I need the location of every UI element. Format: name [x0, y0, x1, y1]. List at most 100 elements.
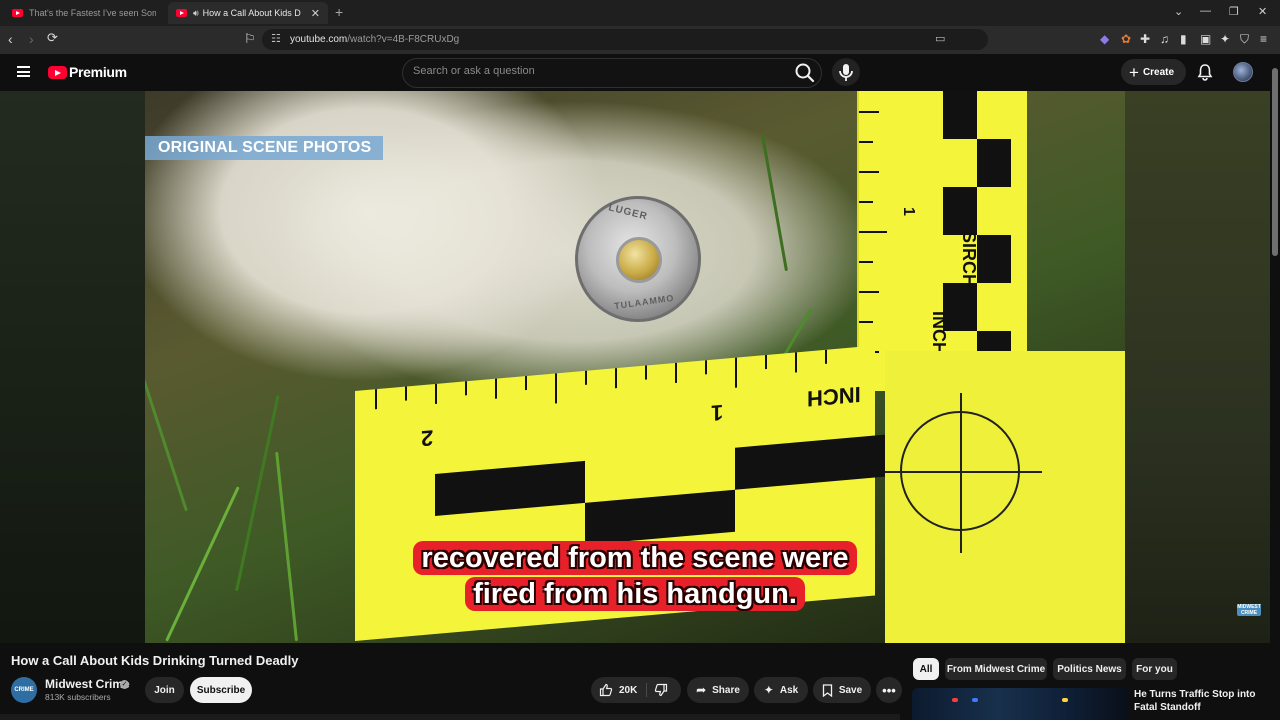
save-label: Save	[838, 684, 863, 696]
reload-icon[interactable]: ⟳	[47, 30, 58, 46]
account-avatar[interactable]	[1233, 62, 1253, 82]
sparkle-icon: ✦	[763, 683, 774, 697]
channel-name[interactable]: Midwest Crime	[45, 677, 130, 691]
ask-label: Ask	[779, 684, 799, 696]
more-actions-button[interactable]: •••	[876, 677, 902, 703]
create-label: Create	[1142, 66, 1175, 78]
youtube-logo-icon[interactable]	[48, 66, 67, 79]
ruler-v-brand: SIRCHIE	[959, 231, 979, 305]
create-button[interactable]: + Create	[1121, 59, 1186, 85]
guide-menu-icon[interactable]	[17, 66, 30, 77]
vpn-icon[interactable]: ⛉	[1240, 32, 1249, 47]
youtube-favicon-icon	[12, 9, 23, 17]
tab-title: That's the Fastest I've seen Someone	[29, 8, 156, 18]
like-divider	[646, 683, 647, 697]
caption-line-1: recovered from the scene were	[413, 541, 857, 575]
primer	[616, 237, 662, 283]
chip-from-channel[interactable]: From Midwest Crime	[945, 658, 1047, 680]
wallet-icon[interactable]: ▣	[1200, 32, 1211, 46]
recommended-video-thumbnail[interactable]	[912, 688, 1128, 720]
thumbnail-light	[972, 698, 978, 702]
menu-icon[interactable]: ≡	[1260, 32, 1267, 46]
subscribe-button[interactable]: Subscribe	[190, 677, 252, 703]
thumbs-up-icon	[599, 683, 613, 697]
thumbnail-light	[1062, 698, 1068, 702]
share-arrow-icon: ➦	[696, 683, 707, 697]
scrollbar-thumb[interactable]	[1272, 68, 1278, 256]
caption-line-2: fired from his handgun.	[465, 577, 805, 611]
youtube-favicon-icon	[176, 9, 187, 17]
shell-casing: LUGER TULAAMMO	[575, 196, 701, 322]
video-player[interactable]: 1 SIRCHIE INCH 2 1 INCH LUGER TULAAMMO O…	[0, 91, 1270, 643]
more-horizontal-icon: •••	[882, 682, 896, 698]
like-button[interactable]: 20K	[599, 683, 637, 697]
search-icon[interactable]	[790, 59, 818, 85]
chip-for-you[interactable]: For you	[1132, 658, 1177, 680]
address-bar[interactable]: ⚐ ☷ youtube.com/watch?v=4B-F8CRUxDg ▭	[244, 29, 988, 50]
new-tab-button[interactable]: +	[335, 4, 343, 20]
video-title: How a Call About Kids Drinking Turned De…	[11, 653, 299, 668]
description-box-edge	[0, 714, 900, 720]
chip-label: Politics News	[1057, 663, 1122, 675]
url-path: /watch?v=4B-F8CRUxDg	[347, 34, 460, 45]
headstamp-bottom: TULAAMMO	[613, 292, 675, 312]
cast-icon[interactable]: ▭	[935, 32, 945, 45]
close-tab-icon[interactable]: ✕	[311, 7, 320, 20]
bookmark-icon[interactable]: ⚐	[244, 31, 256, 47]
save-button[interactable]: Save	[813, 677, 871, 703]
youtube-premium-logo[interactable]: Premium	[69, 64, 127, 80]
channel-avatar[interactable]: CRIME	[11, 677, 37, 703]
sidebar-icon[interactable]: ▮	[1180, 32, 1187, 46]
scene-photos-label: ORIGINAL SCENE PHOTOS	[145, 136, 384, 160]
channel-watermark[interactable]: MIDWEST CRIME	[1237, 604, 1261, 616]
chip-politics-news[interactable]: Politics News	[1053, 658, 1126, 680]
chip-label: All	[919, 663, 933, 675]
thumbnail-light	[952, 698, 958, 702]
chip-label: For you	[1136, 663, 1173, 675]
leo-ai-icon[interactable]: ◆	[1100, 32, 1109, 46]
join-button[interactable]: Join	[145, 677, 184, 703]
rewards-icon[interactable]: ✿	[1121, 32, 1131, 46]
grass-blade	[760, 132, 788, 272]
site-info-icon[interactable]: ☷	[271, 32, 281, 45]
page-scrollbar[interactable]	[1270, 54, 1280, 720]
chip-label: From Midwest Crime	[946, 663, 1046, 675]
plus-icon: +	[1129, 62, 1139, 82]
ruler-v-unit: INCH	[929, 311, 949, 355]
headstamp-top: LUGER	[607, 202, 649, 223]
voice-search-icon[interactable]	[832, 58, 860, 86]
like-count: 20K	[619, 684, 638, 696]
thumbs-down-icon[interactable]	[654, 683, 668, 697]
restore-icon[interactable]: ❐	[1229, 5, 1239, 18]
bookmark-save-icon	[822, 683, 832, 697]
ai-sparkle-icon[interactable]: ✦	[1220, 32, 1230, 46]
search-input[interactable]	[413, 65, 773, 77]
media-icon[interactable]: ♫	[1160, 32, 1169, 46]
ruler-h-unit: INCH	[807, 381, 861, 412]
url-host: youtube.com	[290, 34, 348, 45]
grass-blade	[145, 358, 188, 512]
tab-search-chevron-icon[interactable]: ⌄	[1174, 5, 1183, 18]
youtube-masthead: Premium	[0, 54, 1280, 91]
recommended-video-title[interactable]: He Turns Traffic Stop into Fatal Standof…	[1134, 688, 1264, 714]
chip-all[interactable]: All	[913, 658, 939, 680]
share-button[interactable]: ➦ Share	[687, 677, 749, 703]
browser-tab-strip: That's the Fastest I've seen Someone 🔊︎ …	[0, 0, 1280, 26]
browser-tab-2[interactable]: 🔊︎ How a Call About Kids Drinking ✕	[168, 2, 328, 24]
minimize-icon[interactable]: —	[1200, 5, 1211, 17]
browser-toolbar: ‹ › ⟳ ⚐ ☷ youtube.com/watch?v=4B-F8CRUxD…	[0, 26, 1280, 73]
subscribe-label: Subscribe	[196, 684, 246, 696]
extensions-icon[interactable]: ✚	[1140, 32, 1150, 46]
browser-tab-1[interactable]: That's the Fastest I've seen Someone	[4, 2, 164, 24]
notifications-bell-icon[interactable]	[1197, 63, 1213, 81]
ruler-h-numeral-1: 1	[711, 399, 724, 426]
ruler-h-numeral-2: 2	[421, 425, 434, 452]
subscriber-count: 813K subscribers	[45, 692, 111, 702]
join-label: Join	[154, 684, 175, 696]
video-caption: recovered from the scene were fired from…	[0, 541, 1270, 613]
share-label: Share	[712, 684, 740, 696]
ask-button[interactable]: ✦ Ask	[754, 677, 808, 703]
close-window-icon[interactable]: ✕	[1258, 5, 1267, 18]
forward-icon[interactable]: ›	[29, 31, 34, 47]
back-icon[interactable]: ‹	[8, 31, 13, 47]
